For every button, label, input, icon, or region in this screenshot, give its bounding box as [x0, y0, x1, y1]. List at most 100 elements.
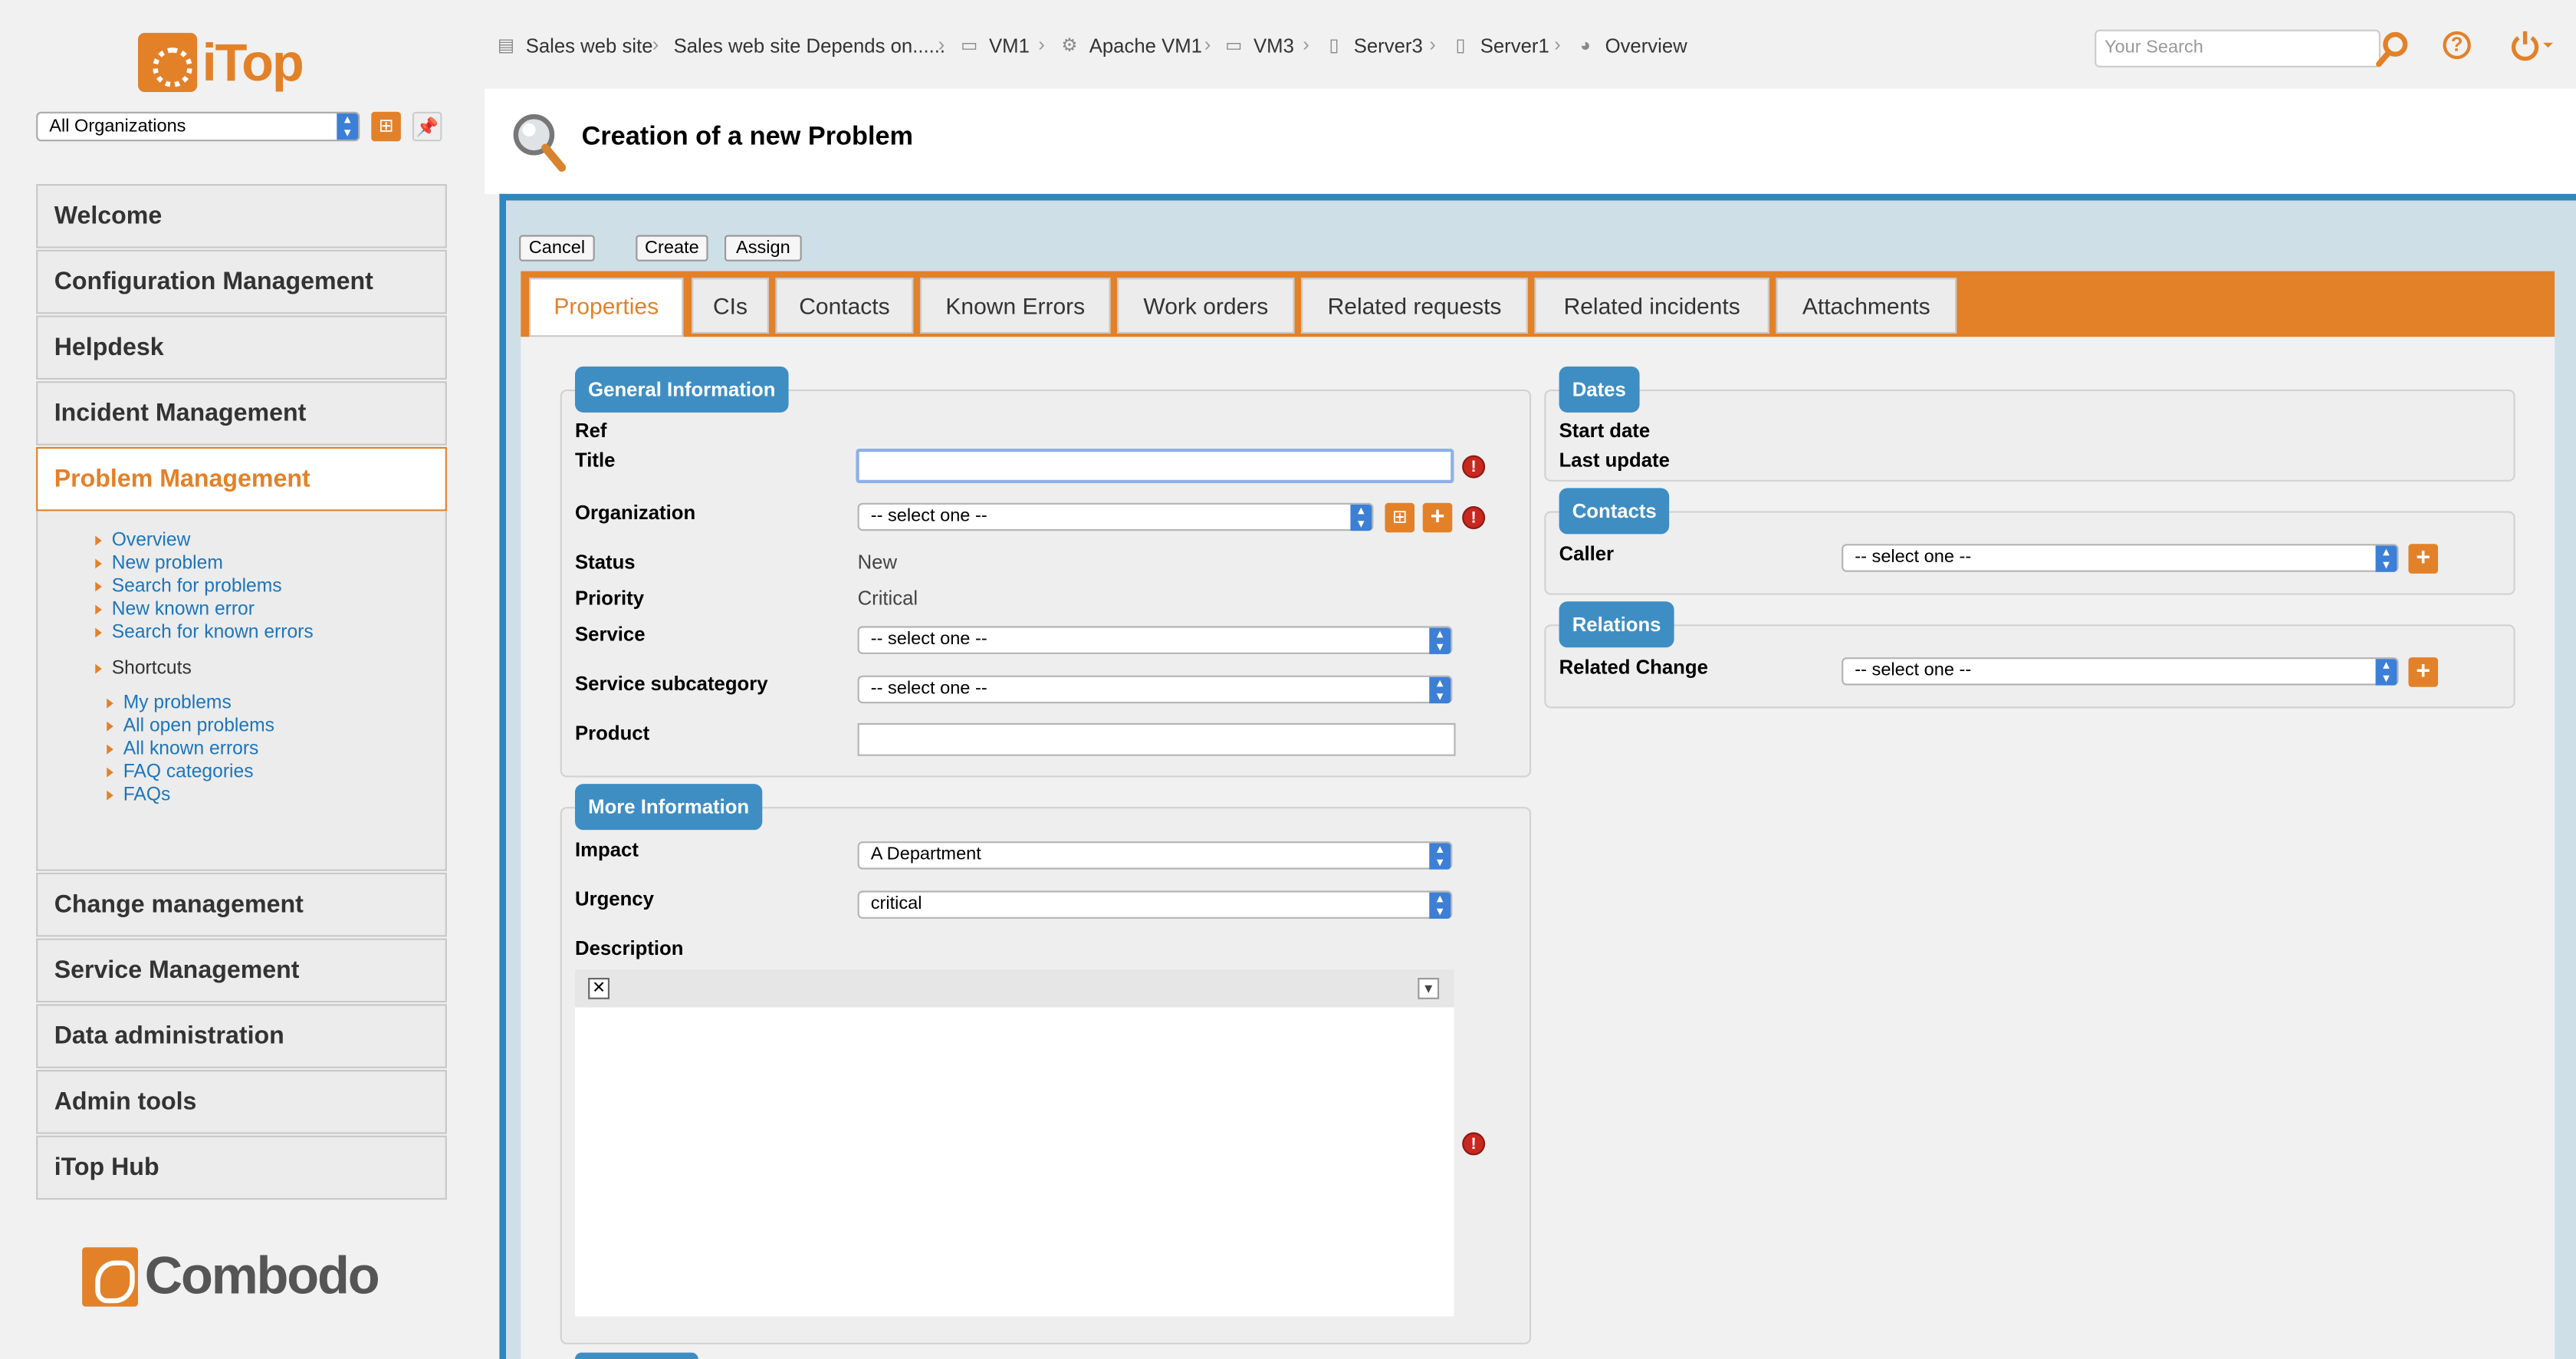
general-information-fieldset [560, 389, 1532, 778]
breadcrumb-label: Server1 [1480, 35, 1549, 58]
organization-select[interactable]: -- select one -- ▴ ▾ [857, 502, 1374, 531]
breadcrumb-sales-web-site[interactable]: ▤ Sales web site [496, 31, 653, 61]
status-value: New [857, 550, 898, 574]
breadcrumb-depends-on[interactable]: Sales web site Depends on...... [674, 31, 946, 61]
maximize-icon[interactable]: ✕ [588, 978, 610, 999]
nav-section-itop-hub[interactable]: iTop Hub [36, 1135, 447, 1200]
breadcrumb-separator-icon: › [1204, 32, 1211, 56]
power-menu-icon[interactable] [2510, 30, 2556, 63]
combodo-logo-text: Combodo [144, 1245, 380, 1305]
select-arrows-icon: ▴ ▾ [2375, 658, 2397, 686]
pin-icon: 📌 [416, 118, 439, 138]
title-input[interactable] [856, 449, 1454, 483]
breadcrumb-apache-vm1[interactable]: ⚙ Apache VM1 [1060, 31, 1202, 61]
service-label: Service [575, 623, 646, 647]
breadcrumb-label: Sales web site Depends on...... [673, 35, 946, 58]
urgency-select-value: critical [870, 893, 922, 914]
shortcut-all-known-errors[interactable]: All known errors [107, 739, 258, 759]
nav-section-helpdesk[interactable]: Helpdesk [36, 315, 447, 380]
nav-section-configuration-management[interactable]: Configuration Management [36, 249, 447, 314]
menu-item-search-known-errors[interactable]: Search for known errors [95, 623, 314, 643]
nav-section-problem-management[interactable]: Problem Management [36, 446, 447, 512]
tab-properties[interactable]: Properties [529, 278, 684, 337]
itop-logo[interactable]: iTop [138, 32, 304, 92]
contacts-legend: Contacts [1559, 488, 1670, 535]
breadcrumb-overview[interactable]: ◕ Overview [1576, 31, 1687, 61]
plus-icon: + [2416, 544, 2431, 572]
plus-icon: + [2416, 657, 2431, 686]
shortcut-all-open-problems[interactable]: All open problems [107, 716, 274, 736]
organization-add-button[interactable]: + [1422, 502, 1453, 533]
tab-cis[interactable]: CIs [692, 278, 769, 334]
nav-section-admin-tools[interactable]: Admin tools [36, 1070, 447, 1134]
breadcrumb-server1[interactable]: ▯ Server1 [1451, 31, 1549, 61]
search-icon[interactable] [2374, 30, 2410, 69]
service-subcategory-label: Service subcategory [575, 672, 768, 696]
title-label: Title [575, 449, 616, 472]
tab-known-errors[interactable]: Known Errors [920, 278, 1111, 334]
product-input[interactable] [857, 722, 1456, 756]
tab-attachments[interactable]: Attachments [1776, 278, 1957, 334]
breadcrumb-vm3[interactable]: ▭ VM3 [1224, 31, 1294, 61]
related-change-label: Related Change [1559, 656, 1708, 679]
related-change-select[interactable]: -- select one -- ▴ ▾ [1842, 657, 2399, 686]
assign-button[interactable]: Assign [724, 235, 802, 262]
urgency-label: Urgency [575, 887, 654, 911]
cancel-button[interactable]: Cancel [519, 235, 595, 262]
select-arrows-icon: ▴ ▾ [1429, 892, 1451, 919]
shortcut-my-problems[interactable]: My problems [107, 693, 232, 713]
menu-item-search-problems[interactable]: Search for problems [95, 577, 282, 597]
organization-filter-select[interactable]: All Organizations ▴ ▾ [36, 111, 360, 142]
dates-legend: Dates [1559, 366, 1639, 413]
tab-related-requests[interactable]: Related requests [1301, 278, 1528, 334]
breadcrumb-server3[interactable]: ▯ Server3 [1324, 31, 1423, 61]
nav-section-welcome[interactable]: Welcome [36, 184, 447, 248]
pin-menu-button[interactable]: 📌 [412, 111, 442, 142]
select-arrows-icon: ▴ ▾ [2375, 545, 2397, 572]
webserver-icon: ⚙ [1061, 36, 1078, 56]
description-textarea[interactable] [575, 1007, 1454, 1317]
shortcut-faq-categories[interactable]: FAQ categories [107, 762, 254, 782]
caller-select[interactable]: -- select one -- ▴ ▾ [1842, 544, 2399, 572]
menu-item-new-problem[interactable]: New problem [95, 554, 223, 574]
nav-section-change-management[interactable]: Change management [36, 872, 447, 937]
priority-value: Critical [857, 587, 918, 610]
combodo-logo[interactable]: Combodo [82, 1245, 380, 1306]
related-change-add-button[interactable]: + [2408, 657, 2438, 687]
organization-hierarchy-button[interactable]: ⊞ [1385, 502, 1414, 533]
service-subcategory-select[interactable]: -- select one -- ▴ ▾ [857, 675, 1453, 704]
select-arrows-icon: ▴ ▾ [1429, 842, 1451, 870]
breadcrumb-separator-icon: › [652, 32, 659, 56]
nav-section-data-administration[interactable]: Data administration [36, 1004, 447, 1068]
tab-related-incidents[interactable]: Related incidents [1534, 278, 1769, 334]
server-icon: ▭ [961, 36, 978, 56]
shortcut-faqs[interactable]: FAQs [107, 785, 170, 805]
breadcrumb-separator-icon: › [1038, 32, 1045, 56]
server-icon: ▭ [1225, 36, 1243, 56]
description-error-icon: ! [1462, 1132, 1486, 1156]
description-label: Description [575, 936, 684, 960]
problem-management-submenu: Overview New problem Search for problems… [36, 511, 447, 871]
org-hierarchy-button[interactable]: ⊞ [371, 111, 401, 142]
tab-work-orders[interactable]: Work orders [1117, 278, 1295, 334]
caller-add-button[interactable]: + [2408, 544, 2438, 574]
create-button[interactable]: Create [636, 235, 708, 262]
impact-select[interactable]: A Department ▴ ▾ [857, 841, 1453, 870]
menu-item-new-known-error[interactable]: New known error [95, 600, 255, 620]
service-select-value: -- select one -- [870, 629, 987, 650]
help-icon[interactable]: ? [2443, 31, 2471, 60]
relations-legend: Relations [1559, 601, 1674, 648]
toolbar-expand-icon[interactable]: ▼ [1418, 978, 1440, 999]
breadcrumb-vm1[interactable]: ▭ VM1 [959, 31, 1030, 61]
service-select[interactable]: -- select one -- ▴ ▾ [857, 626, 1453, 654]
select-arrows-icon: ▴ ▾ [1350, 504, 1372, 531]
nav-section-service-management[interactable]: Service Management [36, 938, 447, 1003]
nav-section-incident-management[interactable]: Incident Management [36, 381, 447, 446]
tab-contacts[interactable]: Contacts [775, 278, 914, 334]
menu-item-overview[interactable]: Overview [95, 531, 190, 551]
breadcrumb-label: VM1 [989, 35, 1030, 58]
global-search-input[interactable]: Your Search [2095, 29, 2380, 67]
urgency-select[interactable]: critical ▴ ▾ [857, 890, 1453, 919]
hierarchy-icon: ⊞ [378, 117, 394, 137]
last-update-label: Last update [1559, 449, 1670, 472]
